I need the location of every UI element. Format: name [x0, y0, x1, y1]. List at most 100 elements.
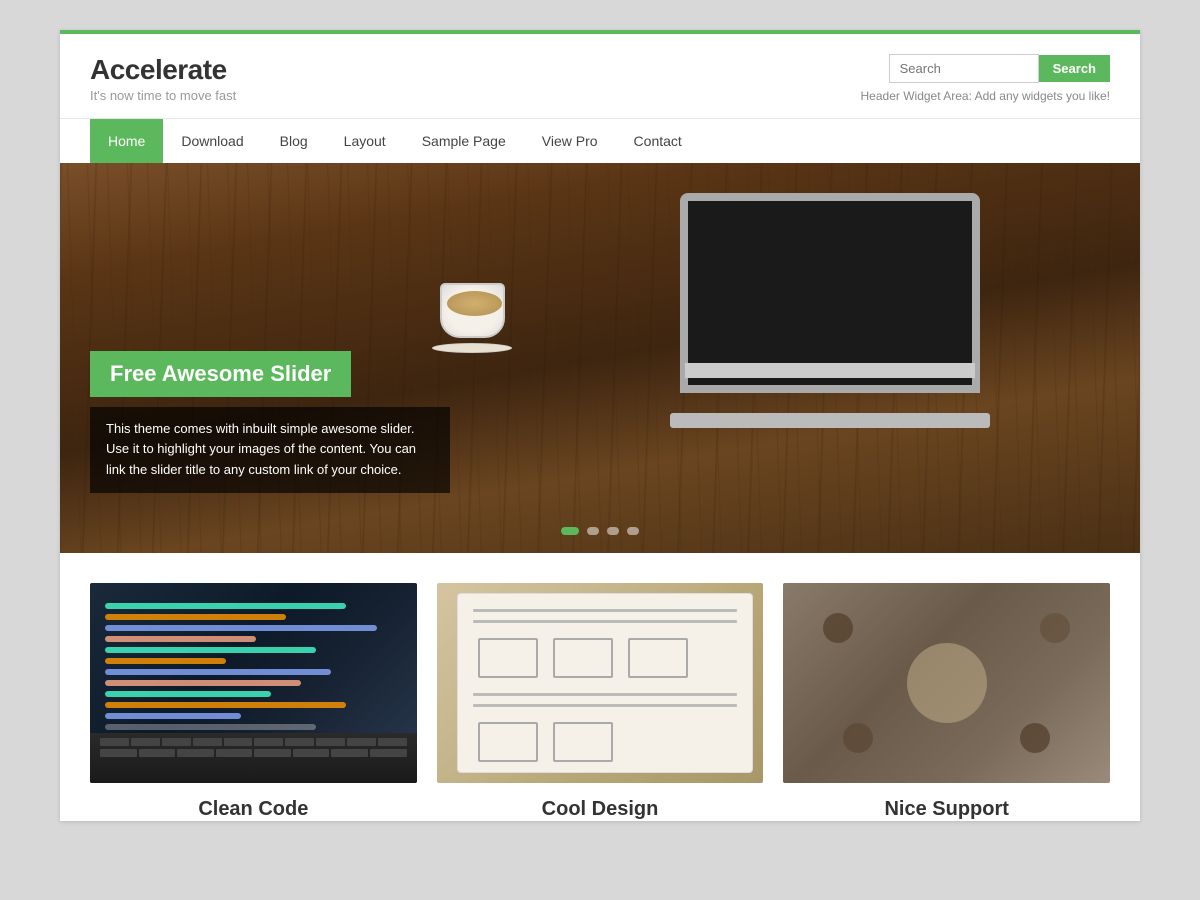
nb-line: [473, 609, 738, 612]
code-line: [105, 691, 271, 697]
keyboard-strip: [90, 733, 417, 783]
slider-dot-2[interactable]: [587, 527, 599, 535]
laptop-decoration: [670, 193, 990, 413]
key: [100, 749, 137, 757]
site-title: Accelerate: [90, 54, 236, 86]
key: [285, 738, 314, 746]
key: [331, 749, 368, 757]
nav-item-blog[interactable]: Blog: [262, 119, 326, 163]
nav-item-view-pro[interactable]: View Pro: [524, 119, 616, 163]
slider-dot-1[interactable]: [561, 527, 579, 535]
key: [100, 738, 129, 746]
nav-item-sample-page[interactable]: Sample Page: [404, 119, 524, 163]
header-widget-text: Header Widget Area: Add any widgets you …: [861, 89, 1110, 103]
code-line: [105, 669, 331, 675]
key: [131, 738, 160, 746]
person-decoration: [1020, 723, 1050, 753]
header-branding: Accelerate It's now time to move fast: [90, 54, 236, 103]
person-decoration: [823, 613, 853, 643]
code-line: [105, 636, 256, 642]
nb-box: [553, 722, 613, 762]
search-form: Search: [889, 54, 1110, 83]
laptop-base: [670, 413, 990, 428]
nb-boxes: [473, 717, 738, 767]
key: [293, 749, 330, 757]
nav-item-contact[interactable]: Contact: [616, 119, 700, 163]
nb-box: [478, 638, 538, 678]
nb-box: [553, 638, 613, 678]
slider-dot-3[interactable]: [607, 527, 619, 535]
nb-line: [473, 693, 738, 696]
code-line: [105, 713, 241, 719]
code-line: [105, 625, 377, 631]
key: [193, 738, 222, 746]
code-lines-decoration: [105, 603, 407, 735]
key-rows: [90, 733, 417, 762]
teacup-decoration: [440, 283, 520, 353]
key: [370, 749, 407, 757]
hero-slider: Free Awesome Slider This theme comes wit…: [60, 163, 1140, 553]
nav-item-layout[interactable]: Layout: [326, 119, 404, 163]
person-decoration: [1040, 613, 1070, 643]
slider-dots: [561, 527, 639, 535]
site-header: Accelerate It's now time to move fast Se…: [60, 34, 1140, 118]
nav-item-download[interactable]: Download: [163, 119, 261, 163]
key-row: [100, 738, 407, 746]
search-button[interactable]: Search: [1039, 55, 1110, 82]
code-line: [105, 658, 226, 664]
notebook-lines: [458, 594, 753, 783]
code-line: [105, 603, 346, 609]
notebook-decoration: [457, 593, 754, 773]
meeting-circle: [907, 643, 987, 723]
slider-dot-4[interactable]: [627, 527, 639, 535]
features-section: Clean Code: [60, 553, 1140, 821]
nav-link-home[interactable]: Home: [90, 119, 163, 163]
key: [254, 738, 283, 746]
cup-body: [440, 283, 505, 338]
feature-card-clean-code: Clean Code: [90, 583, 417, 821]
main-nav: Home Download Blog Layout Sample Page Vi…: [60, 118, 1140, 163]
feature-title-cool-design: Cool Design: [437, 798, 764, 821]
feature-card-cool-design: Cool Design: [437, 583, 764, 821]
nb-box: [478, 722, 538, 762]
nb-boxes: [473, 633, 738, 683]
laptop-keyboard: [685, 363, 975, 378]
person-decoration: [843, 723, 873, 753]
slider-title: Free Awesome Slider: [90, 351, 351, 397]
nb-box: [628, 638, 688, 678]
code-line: [105, 647, 316, 653]
nav-link-layout[interactable]: Layout: [326, 119, 404, 163]
search-input[interactable]: [889, 54, 1039, 83]
nav-link-blog[interactable]: Blog: [262, 119, 326, 163]
feature-title-nice-support: Nice Support: [783, 798, 1110, 821]
key: [224, 738, 253, 746]
nav-item-home[interactable]: Home: [90, 119, 163, 163]
meeting-table-decoration: [783, 583, 1110, 783]
feature-image-nice-support: [783, 583, 1110, 783]
key: [177, 749, 214, 757]
key: [316, 738, 345, 746]
key: [347, 738, 376, 746]
nb-line: [473, 704, 738, 707]
feature-image-clean-code: [90, 583, 417, 783]
cup-tea: [447, 291, 502, 316]
code-line: [105, 724, 316, 730]
header-right: Search Header Widget Area: Add any widge…: [861, 54, 1110, 103]
slider-content: Free Awesome Slider This theme comes wit…: [90, 351, 450, 493]
slider-description: This theme comes with inbuilt simple awe…: [90, 407, 450, 493]
key: [216, 749, 253, 757]
feature-image-cool-design: [437, 583, 764, 783]
feature-card-nice-support: Nice Support: [783, 583, 1110, 821]
feature-title-clean-code: Clean Code: [90, 798, 417, 821]
nav-link-view-pro[interactable]: View Pro: [524, 119, 616, 163]
nav-link-sample-page[interactable]: Sample Page: [404, 119, 524, 163]
code-line: [105, 702, 346, 708]
key: [378, 738, 407, 746]
site-tagline: It's now time to move fast: [90, 88, 236, 103]
nav-link-download[interactable]: Download: [163, 119, 261, 163]
code-line: [105, 614, 286, 620]
code-line: [105, 680, 301, 686]
nb-line: [473, 620, 738, 623]
key-row: [100, 749, 407, 757]
nav-link-contact[interactable]: Contact: [616, 119, 700, 163]
